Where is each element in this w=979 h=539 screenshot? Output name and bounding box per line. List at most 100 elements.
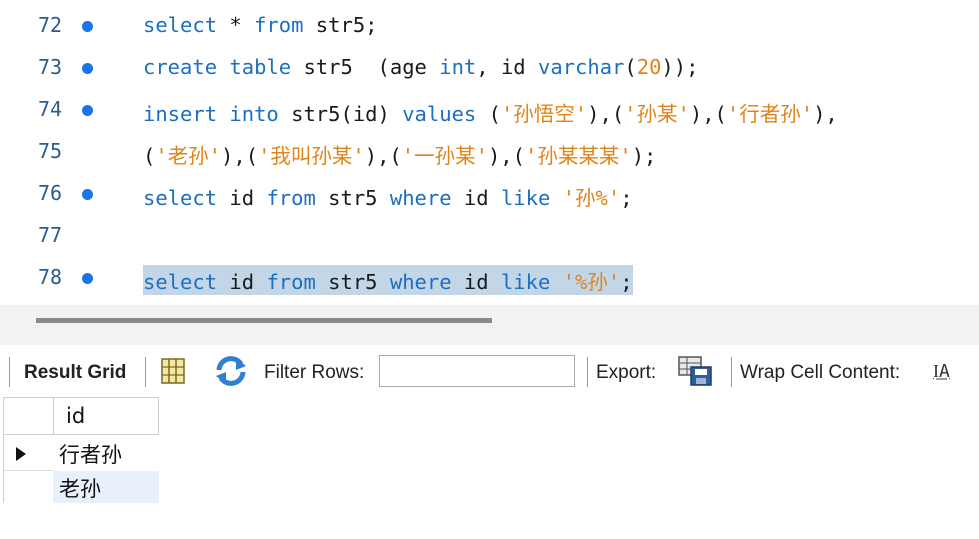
code-text[interactable]: select * from str5; bbox=[143, 13, 378, 37]
sql-text: , id bbox=[476, 55, 538, 79]
code-line[interactable]: 76 select id from str5 where id like '孙%'… bbox=[0, 175, 979, 215]
sql-text: ), bbox=[813, 102, 838, 126]
statement-marker-icon[interactable] bbox=[82, 105, 93, 116]
toolbar-separator bbox=[145, 357, 146, 387]
line-number: 77 bbox=[38, 223, 63, 247]
sql-text: ),( bbox=[689, 102, 727, 126]
code-line[interactable]: 75 ('老孙'),('我叫孙某'),('一孙某'),('孙某某某'); bbox=[0, 133, 979, 173]
sql-keyword: insert bbox=[143, 102, 218, 126]
sql-keyword: like bbox=[500, 186, 551, 210]
result-grid[interactable]: id 行者孙 老孙 bbox=[0, 397, 979, 539]
table-row[interactable]: 老孙 bbox=[53, 471, 159, 503]
sql-keyword: from bbox=[266, 270, 316, 294]
sql-text: ; bbox=[620, 186, 633, 210]
sql-text: id bbox=[217, 186, 267, 210]
line-number: 75 bbox=[38, 139, 63, 163]
toolbar-separator bbox=[587, 357, 588, 387]
grid-view-icon[interactable] bbox=[160, 357, 186, 391]
toolbar-separator bbox=[9, 357, 10, 387]
line-number: 76 bbox=[38, 181, 63, 205]
code-text[interactable]: select id from str5 where id like '%孙'; bbox=[143, 265, 633, 295]
line-number: 73 bbox=[38, 55, 63, 79]
sql-string: '老孙' bbox=[155, 144, 222, 168]
row-selector[interactable] bbox=[3, 471, 54, 503]
code-line[interactable]: 73 create table str5 (age int, id varchar… bbox=[0, 49, 979, 89]
sql-text: ( bbox=[624, 55, 637, 79]
sql-keyword: from bbox=[254, 13, 304, 37]
filter-rows-input[interactable] bbox=[379, 355, 575, 387]
sql-keyword: select bbox=[143, 186, 218, 210]
panel-separator[interactable] bbox=[0, 305, 979, 345]
sql-text: ( bbox=[476, 102, 501, 126]
filter-rows-label: Filter Rows: bbox=[264, 362, 365, 383]
sql-string: '%孙' bbox=[562, 270, 621, 294]
line-number: 78 bbox=[38, 265, 63, 289]
sql-keyword: select bbox=[143, 270, 218, 294]
sql-keyword: where bbox=[389, 270, 452, 294]
sql-text: ); bbox=[631, 144, 657, 168]
row-header-corner bbox=[3, 397, 54, 435]
sql-number: 20 bbox=[636, 55, 662, 79]
code-line[interactable]: 72 select * from str5; bbox=[0, 7, 979, 47]
sql-string: '行者孙' bbox=[726, 102, 814, 126]
sql-text: ; bbox=[620, 270, 633, 294]
sql-text: ),( bbox=[587, 102, 625, 126]
sql-text: id bbox=[451, 186, 501, 210]
export-icon[interactable] bbox=[677, 355, 715, 393]
sql-text: str5 bbox=[315, 186, 390, 210]
row-selector[interactable] bbox=[3, 435, 54, 471]
refresh-icon[interactable] bbox=[214, 356, 248, 392]
wrap-cell-content-label: Wrap Cell Content: bbox=[740, 362, 901, 383]
sql-string: '孙某' bbox=[624, 102, 690, 126]
sql-keyword: where bbox=[389, 186, 452, 210]
sql-keyword: like bbox=[500, 270, 551, 294]
wrap-cell-content-icon[interactable]: I͟A bbox=[933, 361, 950, 382]
sql-text: str5; bbox=[303, 13, 378, 37]
sql-text: )); bbox=[661, 55, 699, 79]
sql-keyword: select bbox=[143, 13, 218, 37]
sql-keyword: into bbox=[229, 102, 279, 126]
sql-string: '我叫孙某' bbox=[258, 144, 365, 168]
line-number: 74 bbox=[38, 97, 63, 121]
sql-keyword: create bbox=[143, 55, 218, 79]
horizontal-scrollbar[interactable] bbox=[36, 318, 492, 323]
code-line[interactable]: 78 select id from str5 where id like '%孙'… bbox=[0, 259, 979, 299]
column-header-id[interactable]: id bbox=[53, 397, 159, 435]
code-text[interactable]: create table str5 (age int, id varchar(2… bbox=[143, 55, 698, 79]
code-line[interactable]: 77 bbox=[0, 217, 979, 257]
sql-text: * bbox=[217, 13, 255, 37]
statement-marker-icon[interactable] bbox=[82, 189, 93, 200]
sql-string: '孙悟空' bbox=[500, 102, 588, 126]
code-text[interactable]: ('老孙'),('我叫孙某'),('一孙某'),('孙某某某'); bbox=[143, 139, 656, 169]
line-number: 72 bbox=[38, 13, 63, 37]
sql-keyword: values bbox=[402, 102, 477, 126]
result-grid-tab[interactable]: Result Grid bbox=[24, 362, 126, 384]
export-label: Export: bbox=[596, 362, 657, 383]
sql-string: '孙某某某' bbox=[525, 144, 632, 168]
result-toolbar: Result Grid Filter Rows: Export: Wrap Ce… bbox=[0, 345, 979, 397]
sql-text: str5 (age bbox=[291, 55, 440, 79]
code-text[interactable]: select id from str5 where id like '孙%'; bbox=[143, 181, 633, 211]
current-row-arrow-icon bbox=[16, 447, 26, 461]
statement-marker-icon[interactable] bbox=[82, 273, 93, 284]
sql-editor[interactable]: 72 select * from str5; 73 create table str5… bbox=[0, 0, 979, 305]
sql-string: '一孙某' bbox=[401, 144, 488, 168]
sql-text: ),( bbox=[364, 144, 402, 168]
statement-marker-icon[interactable] bbox=[82, 21, 93, 32]
sql-text: str5 bbox=[315, 270, 390, 294]
sql-keyword: varchar bbox=[537, 55, 625, 79]
sql-text: ),( bbox=[221, 144, 259, 168]
sql-keyword: from bbox=[266, 186, 316, 210]
code-text[interactable]: insert into str5(id) values ('孙悟空'),('孙某… bbox=[143, 97, 838, 127]
statement-marker-icon[interactable] bbox=[82, 63, 93, 74]
sql-text: id bbox=[451, 270, 501, 294]
table-row[interactable]: 行者孙 bbox=[53, 435, 159, 471]
sql-text: str5(id) bbox=[278, 102, 403, 126]
code-line[interactable]: 74 insert into str5(id) values ('孙悟空'),('… bbox=[0, 91, 979, 131]
sql-keyword: table bbox=[229, 55, 292, 79]
sql-text: ),( bbox=[487, 144, 525, 168]
